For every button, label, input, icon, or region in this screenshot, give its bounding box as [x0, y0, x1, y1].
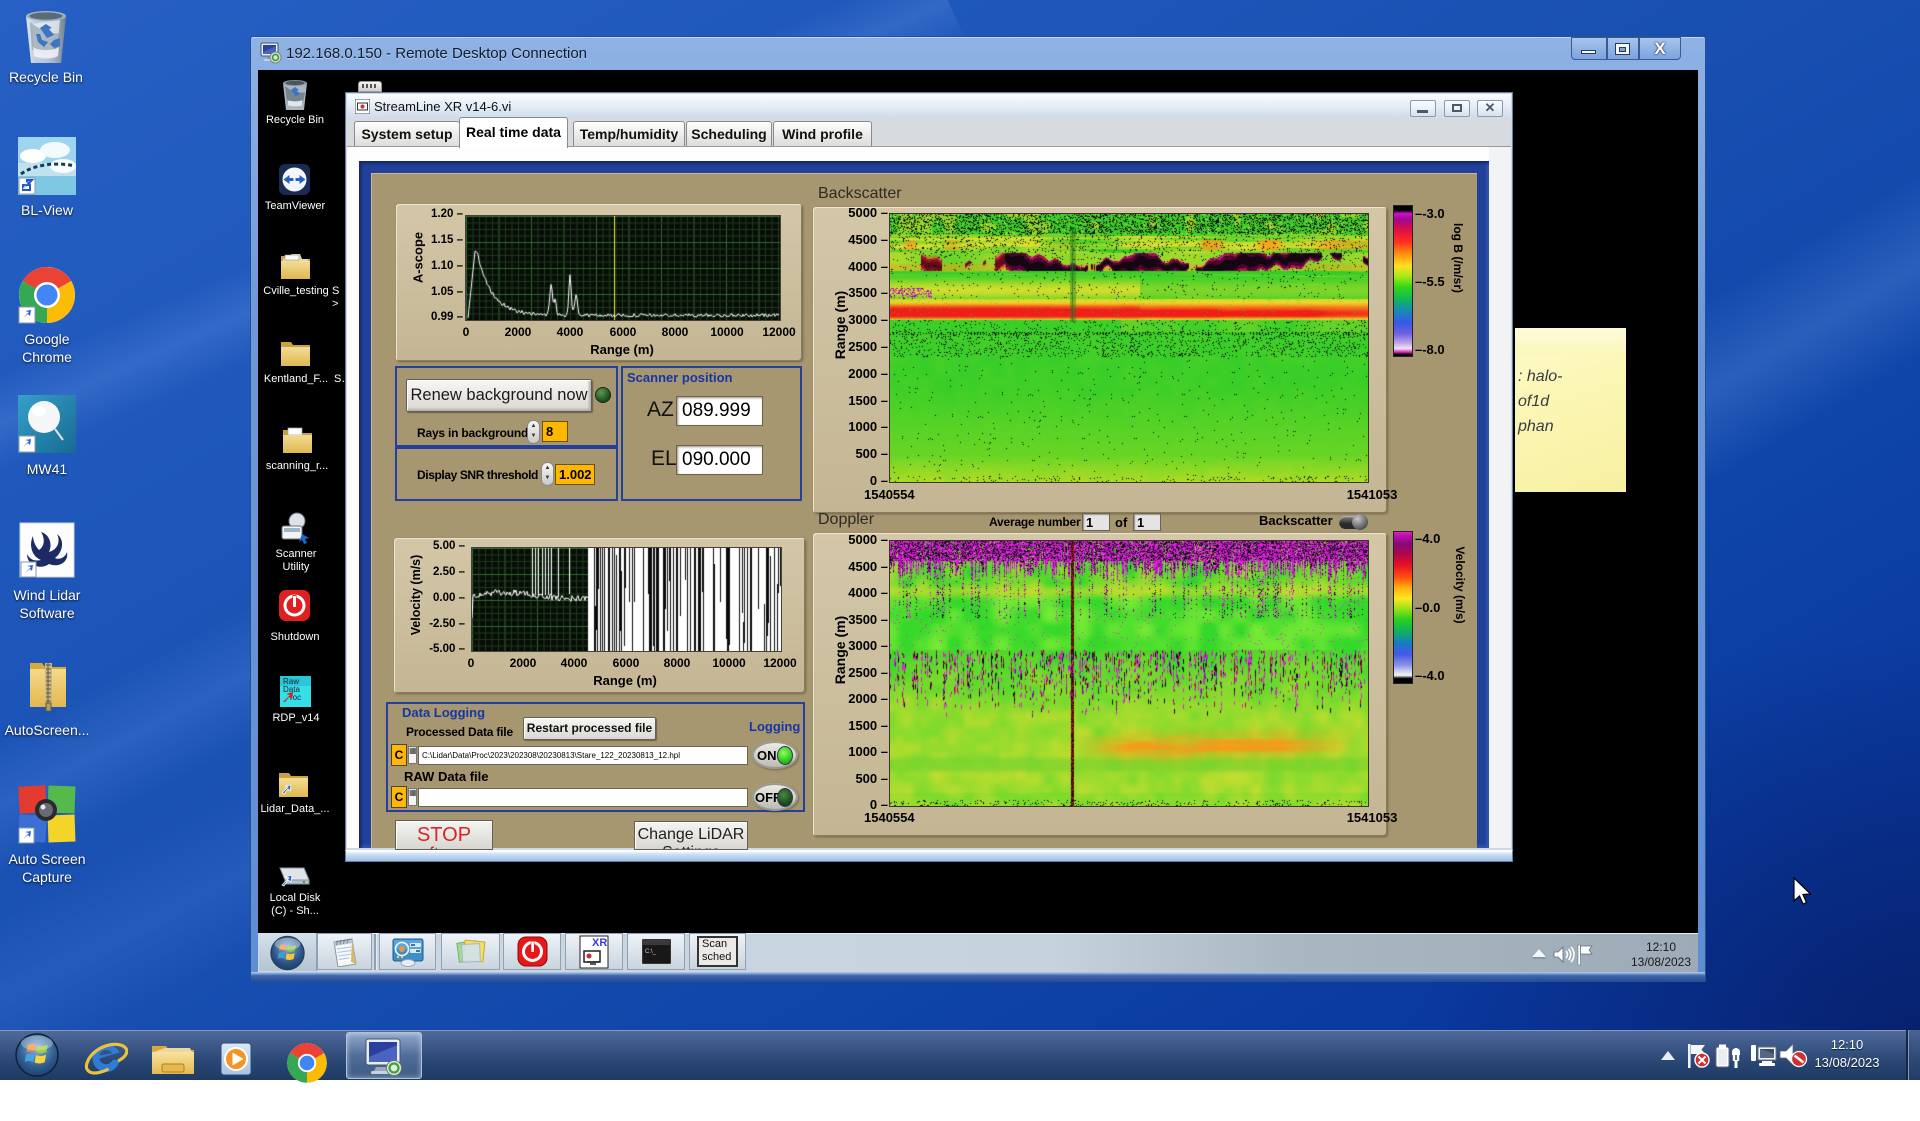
svg-text:C:\_: C:\_	[645, 949, 657, 955]
svg-text:XR: XR	[592, 937, 607, 949]
